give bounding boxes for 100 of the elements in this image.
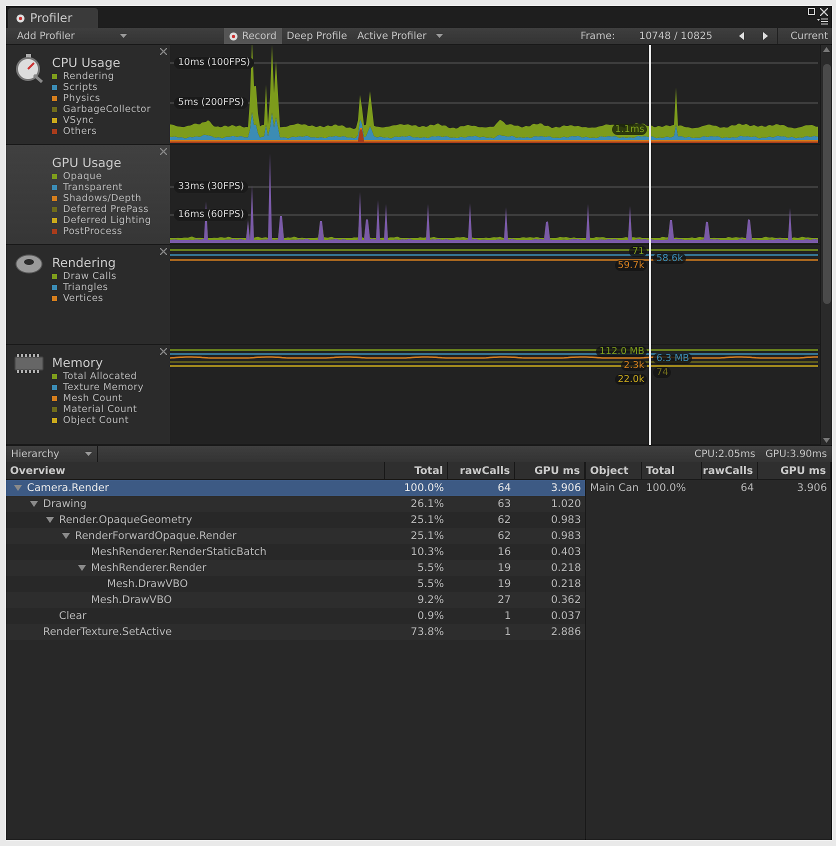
current-frame-button[interactable]: Current (777, 28, 832, 44)
value-reading: 74 (653, 367, 672, 378)
tree-row[interactable]: Camera.Render 100.0% 64 3.906 (6, 480, 585, 496)
add-profiler-dropdown[interactable]: Add Profiler (12, 28, 132, 44)
legend-label[interactable]: Texture Memory (63, 382, 144, 393)
value-reading: 22.0k (614, 374, 648, 385)
legend-label[interactable]: Mesh Count (63, 393, 122, 404)
deep-profile-button[interactable]: Deep Profile (282, 28, 352, 44)
table-cell-text: 0.037 (550, 610, 582, 622)
expand-arrow-icon[interactable] (44, 516, 56, 524)
legend-label[interactable]: GarbageCollector (63, 104, 151, 115)
scroll-down-icon[interactable] (823, 438, 830, 443)
tree-row[interactable]: RenderForwardOpaque.Render 25.1% 62 0.983 (6, 528, 585, 544)
tree-row[interactable]: MeshRenderer.Render 5.5% 19 0.218 (6, 560, 585, 576)
expand-arrow-icon[interactable] (28, 500, 40, 508)
value-reading: 6.3 MB (653, 353, 692, 364)
threshold-label: 33ms (30FPS) (174, 181, 248, 193)
close-icon[interactable] (820, 8, 828, 16)
threshold-label: 5ms (200FPS) (174, 97, 248, 109)
legend-label[interactable]: Deferred PrePass (63, 204, 149, 215)
module-title: Rendering (52, 255, 117, 270)
tree-row[interactable]: Mesh.DrawVBO 9.2% 27 0.362 (6, 592, 585, 608)
table-cell-text: 1 (503, 610, 512, 622)
legend-label[interactable]: Vertices (63, 293, 104, 304)
expand-arrow-icon[interactable] (76, 564, 88, 572)
table-cell-text: 10.3% (410, 546, 445, 558)
maximize-icon[interactable] (808, 8, 815, 15)
value-reading: 59.7k (614, 260, 648, 271)
legend-label[interactable]: Deferred Lighting (63, 215, 152, 226)
column-header[interactable]: Total (642, 462, 702, 479)
legend-label[interactable]: Total Allocated (63, 371, 137, 382)
table-cell: Mesh.DrawVBO (107, 578, 188, 590)
legend-label[interactable]: Scripts (63, 82, 98, 93)
legend-label[interactable]: PostProcess (63, 226, 122, 237)
profiler-module-panel[interactable]: Rendering Draw Calls Triangles Vertices (6, 245, 170, 345)
table-cell-text: 0.218 (550, 562, 582, 574)
tree-row[interactable]: Drawing 26.1% 63 1.020 (6, 496, 585, 512)
legend-label[interactable]: Shadows/Depth (63, 193, 142, 204)
table-cell: RenderTexture.SetActive (43, 626, 172, 638)
legend-label[interactable]: Opaque (63, 171, 102, 182)
tree-row[interactable]: Render.OpaqueGeometry 25.1% 62 0.983 (6, 512, 585, 528)
legend-label[interactable]: Draw Calls (63, 271, 117, 282)
legend-label[interactable]: Physics (63, 93, 100, 104)
value-reading: 71 (629, 246, 648, 257)
legend-label[interactable]: Triangles (63, 282, 108, 293)
table-cell-text: 62 (496, 514, 512, 526)
dropdown-caret-icon (120, 34, 127, 38)
frame-cursor[interactable] (649, 45, 652, 445)
scrollbar-thumb[interactable] (822, 64, 830, 304)
frame-label: Frame: (580, 30, 616, 44)
column-header[interactable]: Overview (6, 462, 385, 479)
table-cell-text: 0.983 (550, 530, 582, 542)
cpu-time-label: CPU:2.05ms (693, 448, 756, 462)
legend-label[interactable]: Transparent (63, 182, 123, 193)
table-cell-text: 19 (496, 578, 512, 590)
profiler-icon (16, 13, 25, 23)
legend-label[interactable]: Others (63, 126, 97, 137)
column-header[interactable]: rawCalls (702, 462, 758, 479)
record-button[interactable]: Record (224, 28, 282, 44)
tree-row[interactable]: RenderTexture.SetActive 73.8% 1 2.886 (6, 624, 585, 640)
table-cell-text: 64 (496, 482, 512, 494)
tree-row[interactable]: MeshRenderer.RenderStaticBatch 10.3% 16 0.403 (6, 544, 585, 560)
menu-icon[interactable] (817, 18, 828, 25)
column-header[interactable]: rawCalls (448, 462, 515, 479)
table-cell-text: 0.362 (550, 594, 582, 606)
profiler-tab[interactable]: Profiler (8, 8, 98, 28)
table-cell-text: 100.0% (645, 482, 688, 494)
active-profiler-dropdown[interactable]: Active Profiler (352, 28, 448, 44)
table-cell: Mesh.DrawVBO (91, 594, 172, 606)
column-header[interactable]: Total (385, 462, 448, 479)
right-arrow-icon (762, 32, 768, 40)
scroll-up-icon[interactable] (823, 47, 830, 52)
scrollbar[interactable] (820, 45, 832, 445)
table-cell-text: 25.1% (410, 514, 445, 526)
table-cell-text: Main Can (589, 482, 640, 494)
legend-label[interactable]: Material Count (63, 404, 138, 415)
legend-label[interactable]: Rendering (63, 71, 114, 82)
table-cell-text: 2.886 (550, 626, 582, 638)
profiler-module-panel[interactable]: CPU Usage Rendering Scripts Physics GarbageCollector VSync Others (6, 45, 170, 145)
table-cell-text: 19 (496, 562, 512, 574)
frame-counter: 10748 / 10825 (638, 30, 714, 44)
table-cell: MeshRenderer.RenderStaticBatch (91, 546, 267, 558)
legend-label[interactable]: VSync (63, 115, 94, 126)
profiler-module-panel[interactable]: Memory Total Allocated Texture Memory Mesh Count Material Count Object Count (6, 345, 170, 445)
tree-row[interactable]: Mesh.DrawVBO 5.5% 19 0.218 (6, 576, 585, 592)
gpu-time-label: GPU:3.90ms (764, 448, 828, 462)
table-cell: Camera.Render (27, 482, 109, 494)
table-cell-text: 26.1% (410, 498, 445, 510)
tree-row[interactable]: Clear 0.9% 1 0.037 (6, 608, 585, 624)
table-cell-text: 1 (503, 626, 512, 638)
column-header[interactable]: Object (586, 462, 642, 479)
stopwatch-icon (14, 53, 44, 83)
profiler-module-panel[interactable]: GPU Usage Opaque Transparent Shadows/Depth Deferred PrePass Deferred Lighting PostProcess (6, 145, 170, 245)
expand-arrow-icon[interactable] (60, 532, 72, 540)
legend-label[interactable]: Object Count (63, 415, 129, 426)
value-reading: 58.6k (653, 253, 686, 264)
value-reading: 1.1ms (612, 124, 648, 135)
memory-chip-icon (14, 353, 44, 375)
column-header[interactable]: GPU ms (515, 462, 585, 479)
column-header[interactable]: GPU ms (758, 462, 831, 479)
